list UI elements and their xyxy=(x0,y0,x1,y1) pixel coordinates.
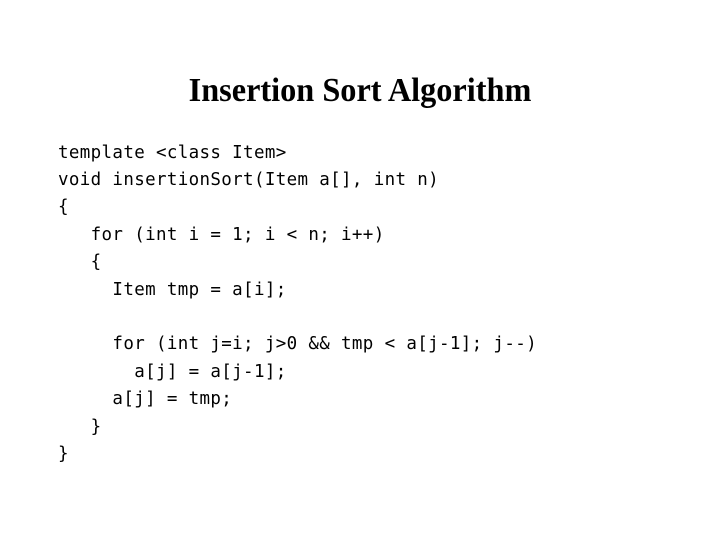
code-line: { xyxy=(58,197,69,218)
slide-canvas: Insertion Sort Algorithm template <class… xyxy=(0,0,720,540)
code-line: void insertionSort(Item a[], int n) xyxy=(58,169,440,190)
page-title: Insertion Sort Algorithm xyxy=(188,71,532,109)
code-line: Item tmp = a[i]; xyxy=(58,279,287,300)
code-listing: template <class Item> void insertionSort… xyxy=(58,140,678,469)
code-line: } xyxy=(58,416,102,437)
code-line: a[j] = tmp; xyxy=(58,389,233,410)
code-line: for (int j=i; j>0 && tmp < a[j-1]; j--) xyxy=(58,334,537,355)
code-line: { xyxy=(58,252,102,273)
code-line: template <class Item> xyxy=(58,142,287,163)
code-line: } xyxy=(58,443,69,464)
code-content: template <class Item> void insertionSort… xyxy=(58,143,537,464)
code-line: for (int i = 1; i < n; i++) xyxy=(58,224,385,245)
code-line: a[j] = a[j-1]; xyxy=(58,361,287,382)
